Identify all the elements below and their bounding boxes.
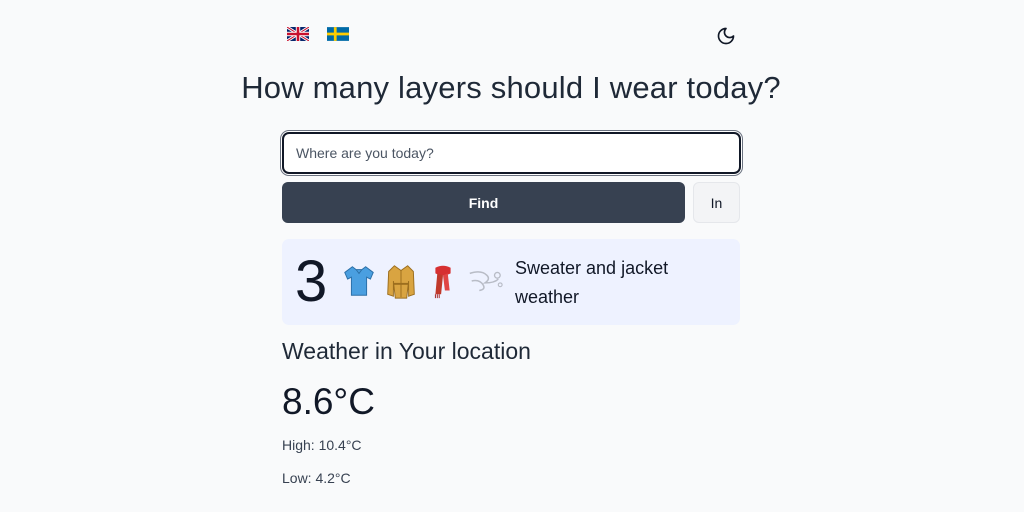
coat-icon: [387, 265, 415, 299]
layer-icons: [340, 261, 504, 301]
high-temperature: High: 10.4°C: [282, 437, 362, 453]
language-swedish-button[interactable]: [324, 22, 352, 46]
moon-icon: [717, 27, 735, 45]
scarf-icon: [434, 265, 451, 299]
wind-icon: [469, 271, 503, 292]
shirt-icon: [344, 266, 374, 296]
theme-toggle-button[interactable]: [712, 22, 740, 50]
find-button[interactable]: Find: [282, 182, 685, 223]
location-search-input[interactable]: [282, 132, 741, 174]
uk-flag-icon: [287, 27, 309, 41]
low-temperature: Low: 4.2°C: [282, 470, 351, 486]
sweden-flag-icon: [327, 27, 349, 41]
page-title: How many layers should I wear today?: [241, 70, 781, 105]
layers-description: Sweater and jacket weather: [515, 258, 669, 307]
weather-location-title: Weather in Your location: [282, 338, 531, 364]
layers-card: 3 Sweater and jacket weather: [282, 239, 740, 325]
current-temperature: 8.6°C: [282, 381, 375, 422]
language-english-button[interactable]: [284, 22, 312, 46]
unit-toggle-button[interactable]: In: [693, 182, 740, 223]
top-bar: [282, 20, 742, 50]
layers-count: 3: [295, 249, 328, 314]
